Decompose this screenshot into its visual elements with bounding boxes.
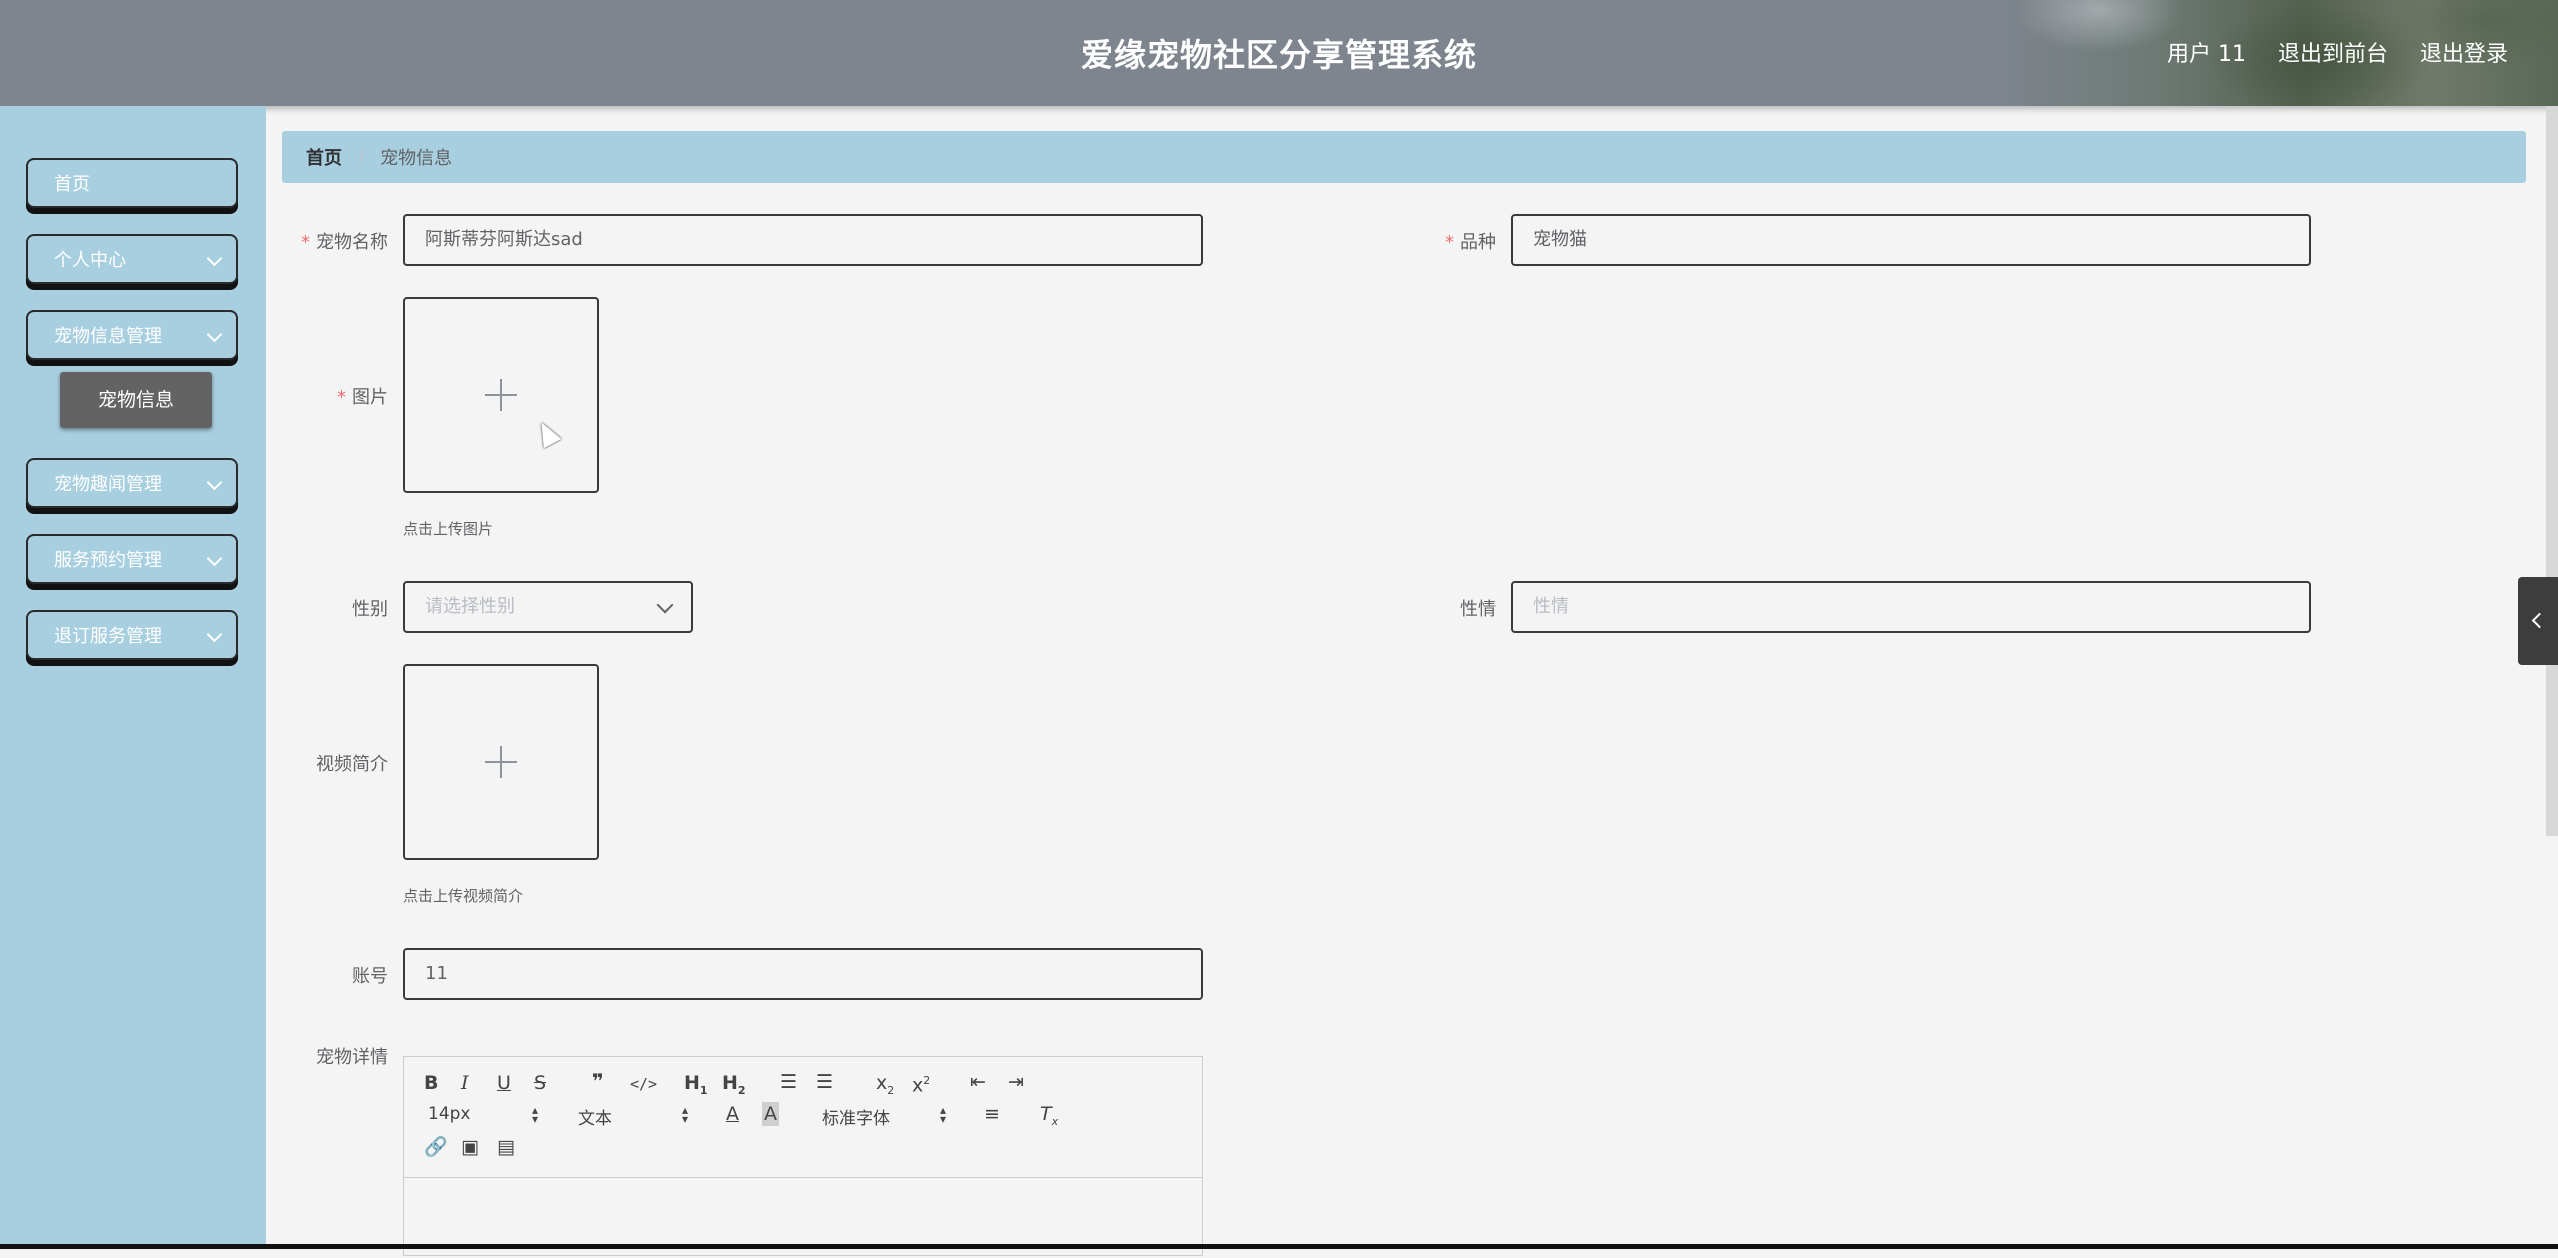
- font-size-select[interactable]: 14px ▴ ▾: [428, 1104, 538, 1125]
- chevron-down-icon: [206, 250, 223, 267]
- bottom-border: [0, 1244, 2558, 1249]
- image-upload-hint: 点击上传图片: [403, 520, 494, 538]
- breadcrumb-home[interactable]: 首页: [306, 144, 342, 170]
- breadcrumb-separator: /: [358, 146, 365, 168]
- code-block-icon[interactable]: </>: [630, 1072, 657, 1096]
- image-uploader[interactable]: [403, 297, 599, 493]
- sidebar-item-pet-news-management[interactable]: 宠物趣闻管理: [26, 458, 238, 508]
- outdent-icon[interactable]: ⇤: [970, 1070, 986, 1094]
- logout-link[interactable]: 退出登录: [2420, 36, 2508, 68]
- font-family-select[interactable]: 标准字体 ▴ ▾: [822, 1104, 946, 1129]
- breadcrumb: 首页 / 宠物信息: [282, 131, 2526, 183]
- clean-format-icon[interactable]: Tx: [1040, 1102, 1058, 1134]
- chevron-down-icon: [206, 474, 223, 491]
- pet-name-input[interactable]: 阿斯蒂芬阿斯达sad: [403, 214, 1203, 266]
- bold-icon[interactable]: B: [424, 1071, 438, 1095]
- ordered-list-icon[interactable]: ☰: [780, 1070, 797, 1094]
- sidebar-item-label: 服务预约管理: [54, 550, 162, 571]
- editor-toolbar: B I U S ❞ </> H1 H2 ☰ ☰ x2 x2 ⇤ ⇥ 14px ▴ ▾…: [404, 1057, 1202, 1178]
- sidebar-item-home[interactable]: 首页: [26, 158, 238, 208]
- sidebar-item-pet-info-management[interactable]: 宠物信息管理: [26, 310, 238, 360]
- blockquote-icon[interactable]: ❞: [592, 1069, 604, 1093]
- italic-icon[interactable]: I: [461, 1071, 469, 1095]
- chevron-down-icon: [656, 596, 674, 614]
- submenu-item-pet-info[interactable]: 宠物信息: [60, 372, 212, 428]
- video-icon[interactable]: ▤: [497, 1135, 515, 1159]
- font-color-icon[interactable]: A: [726, 1102, 739, 1126]
- account-input[interactable]: 11: [403, 948, 1203, 1000]
- chevron-down-icon: [206, 626, 223, 643]
- current-user[interactable]: 用户 11: [2167, 36, 2246, 68]
- align-icon[interactable]: ≡: [984, 1102, 1000, 1126]
- sidebar: 首页 个人中心 宠物信息管理 宠物信息 宠物趣闻管理 服务预约管理 退订服务管理: [0, 106, 266, 1249]
- scrollbar[interactable]: [2546, 106, 2558, 836]
- header-1-icon[interactable]: H1: [684, 1071, 708, 1103]
- subscript-icon[interactable]: x2: [876, 1071, 894, 1103]
- text-style-select[interactable]: 文本 ▴ ▾: [578, 1104, 688, 1129]
- temper-input[interactable]: 性情: [1511, 581, 2311, 633]
- breadcrumb-current: 宠物信息: [380, 148, 453, 169]
- chevron-left-icon: [2531, 612, 2548, 629]
- temper-label: 性情: [1460, 599, 1496, 620]
- image-label: * 图片: [337, 387, 388, 408]
- underline-icon[interactable]: U: [497, 1071, 511, 1095]
- gender-label: 性别: [352, 599, 388, 620]
- video-uploader[interactable]: [403, 664, 599, 860]
- video-upload-hint: 点击上传视频简介: [403, 887, 524, 905]
- sidebar-item-label: 宠物信息管理: [54, 326, 162, 347]
- bullet-list-icon[interactable]: ☰: [816, 1070, 833, 1094]
- account-label: 账号: [352, 966, 388, 987]
- indent-icon[interactable]: ⇥: [1008, 1070, 1024, 1094]
- video-label: 视频简介: [316, 754, 388, 775]
- sidebar-item-label: 个人中心: [54, 250, 126, 271]
- gender-select-placeholder: 请选择性别: [425, 596, 515, 617]
- superscript-icon[interactable]: x2: [912, 1069, 930, 1097]
- strike-icon[interactable]: S: [534, 1071, 546, 1095]
- sidebar-item-service-booking-management[interactable]: 服务预约管理: [26, 534, 238, 584]
- breed-input[interactable]: 宠物猫: [1511, 214, 2311, 266]
- top-header: 爱缘宠物社区分享管理系统 用户 11 退出到前台 退出登录: [0, 0, 2558, 106]
- header-2-icon[interactable]: H2: [722, 1071, 746, 1103]
- pet-name-label: * 宠物名称: [301, 232, 388, 253]
- image-icon[interactable]: ▣: [461, 1135, 479, 1159]
- sidebar-item-label: 退订服务管理: [54, 626, 162, 647]
- chevron-down-icon: [206, 550, 223, 567]
- chevron-down-icon: [206, 326, 223, 343]
- to-front-link[interactable]: 退出到前台: [2278, 36, 2388, 68]
- rich-text-editor: B I U S ❞ </> H1 H2 ☰ ☰ x2 x2 ⇤ ⇥ 14px ▴ ▾…: [403, 1056, 1203, 1256]
- background-color-icon[interactable]: A: [762, 1102, 779, 1126]
- header-links: 用户 11 退出到前台 退出登录: [2167, 36, 2508, 68]
- breed-label: * 品种: [1445, 232, 1496, 253]
- sidebar-item-cancel-service-management[interactable]: 退订服务管理: [26, 610, 238, 660]
- side-panel-toggle[interactable]: [2518, 577, 2558, 665]
- gender-select[interactable]: 请选择性别: [403, 581, 693, 633]
- sidebar-item-label: 首页: [54, 174, 90, 195]
- sidebar-item-personal-center[interactable]: 个人中心: [26, 234, 238, 284]
- details-label: 宠物详情: [316, 1047, 388, 1068]
- sidebar-item-label: 宠物趣闻管理: [54, 474, 162, 495]
- link-icon[interactable]: 🔗: [424, 1135, 448, 1159]
